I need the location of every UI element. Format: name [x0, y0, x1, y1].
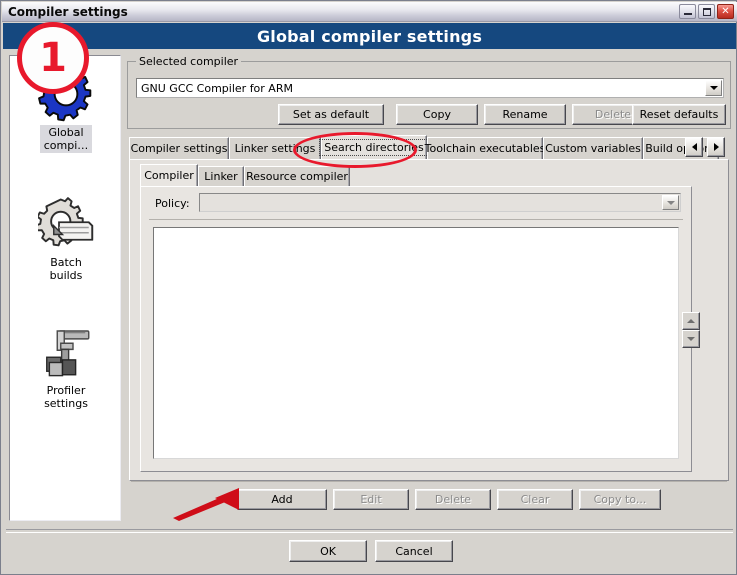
close-icon: ✕ [721, 5, 730, 17]
cancel-button[interactable]: Cancel [375, 540, 453, 562]
minimize-icon [684, 13, 692, 15]
tab-compiler-settings[interactable]: Compiler settings [129, 137, 229, 159]
policy-label: Policy: [155, 197, 190, 210]
tab-toolchain-executables[interactable]: Toolchain executables [425, 137, 545, 159]
move-up-button[interactable] [682, 312, 700, 330]
edit-directory-button: Edit [333, 489, 409, 510]
inner-tab-resource-compiler[interactable]: Resource compiler [244, 166, 350, 186]
search-directories-tabstrip[interactable]: Compiler Linker Resource compiler [140, 164, 700, 186]
divider [131, 481, 727, 482]
divider [149, 219, 683, 220]
compiler-directories-panel: Policy: [140, 186, 692, 472]
chevron-down-icon[interactable] [705, 80, 722, 96]
divider [6, 529, 733, 533]
search-directories-panel: Compiler Linker Resource compiler Policy… [129, 159, 729, 481]
tab-custom-variables[interactable]: Custom variables [543, 137, 643, 159]
delete-directory-button: Delete [415, 489, 491, 510]
sidebar-item-label: Batch builds [49, 256, 83, 282]
tab-search-directories[interactable]: Search directories [319, 135, 429, 159]
policy-select [199, 193, 681, 212]
inner-tab-linker[interactable]: Linker [198, 166, 244, 186]
tab-linker-settings[interactable]: Linker settings [229, 137, 321, 159]
sidebar-item-label: Profiler settings [44, 384, 88, 410]
reset-defaults-button[interactable]: Reset defaults [632, 104, 726, 125]
rename-compiler-button[interactable]: Rename [484, 104, 566, 125]
tabstrip-scroll-right-button[interactable] [707, 137, 725, 157]
minimize-button[interactable] [679, 4, 696, 19]
selected-compiler-group-title: Selected compiler [136, 55, 242, 68]
compiler-settings-dialog: Compiler settings ✕ Global compiler sett… [0, 0, 737, 575]
scroll-right-icon [713, 143, 719, 151]
maximize-button[interactable] [698, 4, 715, 19]
compiler-select-value: GNU GCC Compiler for ARM [141, 81, 293, 95]
list-reorder-spinner[interactable] [682, 312, 700, 348]
set-as-default-button[interactable]: Set as default [278, 104, 384, 125]
annotation-step-number: 1 [39, 35, 67, 81]
sidebar-item-batch-builds[interactable]: Batch builds [10, 196, 120, 283]
settings-category-sidebar[interactable]: Global compi… Batch builds Profiler sett… [9, 55, 121, 521]
move-up-icon [687, 319, 695, 323]
caliper-icon [46, 330, 90, 377]
selected-compiler-groupbox: Selected compiler GNU GCC Compiler for A… [127, 55, 731, 129]
page-title: Global compiler settings [256, 26, 483, 46]
move-down-button[interactable] [682, 330, 700, 348]
settings-tabstrip[interactable]: Compiler settings Linker settings Search… [129, 135, 729, 159]
sidebar-item-profiler-settings[interactable]: Profiler settings [10, 324, 120, 411]
compiler-select[interactable]: GNU GCC Compiler for ARM [136, 78, 724, 98]
tab-search-directories-label: Search directories [319, 139, 429, 156]
window-title: Compiler settings [8, 5, 128, 19]
chevron-down-icon [662, 195, 679, 210]
caption-button-group: ✕ [679, 4, 734, 19]
main-settings-panel: Selected compiler GNU GCC Compiler for A… [127, 55, 731, 521]
maximize-icon [703, 8, 711, 16]
header-band: Global compiler settings [3, 23, 736, 49]
tabstrip-scroll-left-button[interactable] [685, 137, 703, 157]
search-directories-list[interactable] [153, 227, 679, 459]
ok-button[interactable]: OK [289, 540, 367, 562]
add-directory-button[interactable]: Add [237, 489, 327, 510]
gear-stack-icon [38, 197, 94, 247]
move-down-icon [687, 337, 695, 341]
sidebar-item-label: Global compi… [39, 125, 93, 153]
inner-tab-compiler[interactable]: Compiler [140, 164, 198, 186]
annotation-step-circle: 1 [17, 22, 89, 94]
clear-directories-button: Clear [497, 489, 573, 510]
window-titlebar: Compiler settings ✕ [2, 2, 737, 22]
close-button[interactable]: ✕ [717, 4, 734, 19]
scroll-left-icon [691, 143, 697, 151]
copy-compiler-button[interactable]: Copy [396, 104, 478, 125]
copy-to-button: Copy to... [579, 489, 661, 510]
